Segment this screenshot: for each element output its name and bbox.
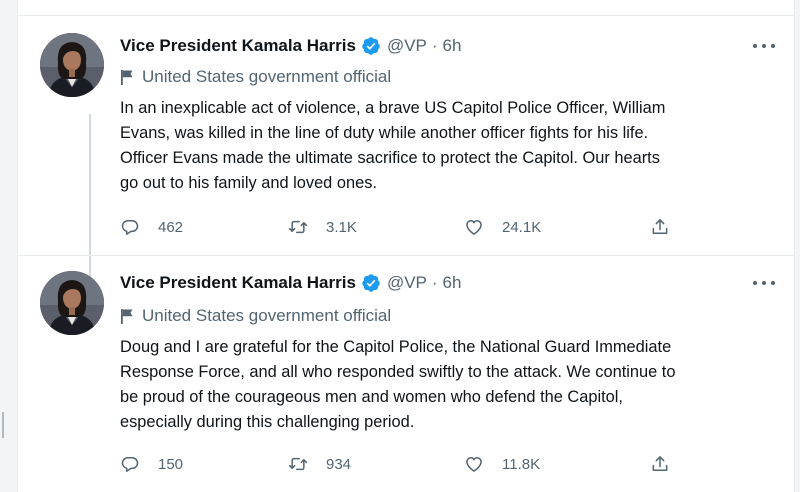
display-name[interactable]: Vice President Kamala Harris: [120, 273, 356, 293]
reply-icon: [121, 220, 139, 235]
like-button[interactable]: 11.8K: [464, 452, 540, 476]
more-icon[interactable]: [753, 41, 775, 51]
like-count: 11.8K: [502, 455, 541, 473]
tweet-text: In an inexplicable act of violence, a br…: [120, 96, 780, 196]
retweet-count: 934: [326, 455, 352, 473]
separator-dot: ·: [431, 273, 438, 292]
reply-count: 462: [158, 218, 184, 236]
retweet-icon: [288, 220, 308, 234]
tweet-text-line: especially during this challenging perio…: [120, 413, 415, 431]
timestamp[interactable]: 6h: [443, 273, 462, 293]
tweet-text-line: Officer Evans made the ultimate sacrific…: [120, 149, 660, 167]
avatar[interactable]: [40, 33, 104, 97]
avatar-image: [40, 33, 104, 97]
like-button[interactable]: 24.1K: [464, 215, 541, 239]
verified-badge-icon: [361, 36, 381, 56]
avatar[interactable]: [40, 271, 104, 335]
government-label: United States government official: [120, 305, 391, 327]
label-text: United States government official: [142, 67, 392, 86]
government-label: United States government official: [120, 66, 391, 88]
separator-dot: ·: [431, 36, 438, 55]
tweet-actions: 462 3.1K 24.1K: [120, 215, 680, 239]
tweet-text-line: go out to his family and loved ones.: [120, 174, 377, 192]
page-right-margin: [795, 0, 800, 492]
tweet-text-line: Evans, was killed in the line of duty wh…: [120, 124, 649, 142]
tweet-header: Vice President Kamala Harris @VP · 6h: [120, 271, 461, 295]
verified-badge-icon: [361, 273, 381, 293]
share-button[interactable]: [650, 215, 670, 239]
reply-button[interactable]: 462: [120, 215, 183, 239]
retweet-icon: [288, 457, 308, 471]
label-text: United States government official: [142, 306, 392, 325]
tweet-actions: 150 934 11.8K: [120, 452, 680, 476]
reply-button[interactable]: 150: [120, 452, 183, 476]
flag-icon: [120, 69, 134, 85]
like-count: 24.1K: [502, 218, 542, 236]
tweet-text-line: In an inexplicable act of violence, a br…: [120, 99, 666, 117]
share-icon: [652, 219, 668, 234]
retweet-button[interactable]: 3.1K: [288, 215, 357, 239]
retweet-count: 3.1K: [326, 218, 357, 236]
heart-icon: [466, 457, 482, 472]
reply-count: 150: [158, 455, 184, 473]
left-edge-mark: [2, 412, 12, 438]
tweet[interactable]: Vice President Kamala Harris @VP · 6h Un…: [18, 256, 794, 492]
display-name[interactable]: Vice President Kamala Harris: [120, 36, 356, 56]
tweet-text-line: Doug and I are grateful for the Capitol …: [120, 338, 672, 356]
heart-icon: [466, 220, 482, 235]
tweet[interactable]: Vice President Kamala Harris @VP · 6h Un…: [18, 16, 794, 284]
tweet-text: Doug and I are grateful for the Capitol …: [120, 335, 780, 435]
flag-icon: [120, 308, 134, 324]
share-icon: [652, 456, 668, 471]
timestamp[interactable]: 6h: [443, 36, 462, 56]
avatar-image: [40, 271, 104, 335]
more-icon[interactable]: [753, 278, 775, 288]
tweet-text-line: Response Force, and all who responded sw…: [120, 363, 676, 381]
retweet-button[interactable]: 934: [288, 452, 351, 476]
tweet-header: Vice President Kamala Harris @VP · 6h: [120, 34, 461, 58]
handle[interactable]: @VP: [387, 273, 427, 293]
share-button[interactable]: [650, 452, 670, 476]
tweet-text-line: be proud of the courageous men and women…: [120, 388, 623, 406]
reply-icon: [121, 457, 139, 472]
handle[interactable]: @VP: [387, 36, 427, 56]
